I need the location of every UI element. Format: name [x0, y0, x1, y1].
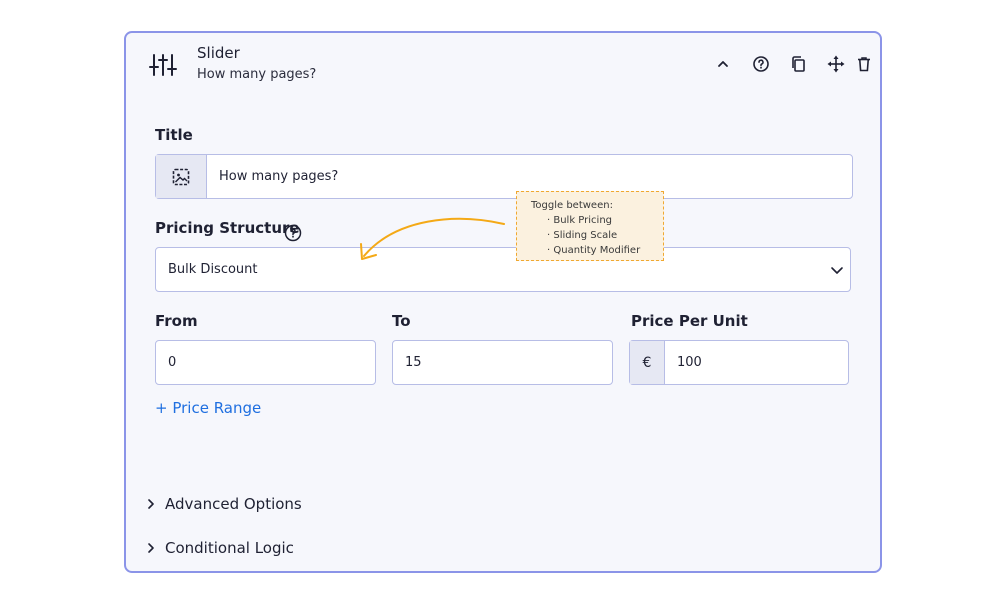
sliders-icon — [149, 51, 177, 79]
image-icon — [172, 168, 190, 185]
currency-addon: € — [630, 341, 665, 384]
trash-icon — [858, 57, 870, 72]
price-per-unit-label: Price Per Unit — [631, 312, 748, 330]
chevron-right-icon — [148, 499, 154, 509]
to-input[interactable]: 15 — [392, 340, 613, 385]
slider-field-card: Slider How many pages? Title How many pa… — [124, 31, 882, 573]
from-input[interactable]: 0 — [155, 340, 376, 385]
toggle-note: Toggle between: Bulk Pricing Sliding Sca… — [516, 191, 664, 261]
pricing-help-icon[interactable] — [284, 224, 302, 246]
conditional-logic-toggle[interactable]: Conditional Logic — [145, 539, 294, 557]
pricing-structure-value: Bulk Discount — [168, 262, 258, 277]
advanced-options-toggle[interactable]: Advanced Options — [145, 495, 302, 513]
annotation-arrow — [360, 217, 505, 260]
chevron-right-icon — [148, 543, 154, 553]
delete-button[interactable] — [853, 53, 875, 75]
price-per-unit-input[interactable]: € 100 — [629, 340, 849, 385]
from-label: From — [155, 312, 198, 330]
add-price-range-link[interactable]: + Price Range — [155, 399, 261, 417]
help-button[interactable] — [750, 53, 772, 75]
toggle-note-item: Bulk Pricing — [547, 213, 663, 228]
advanced-options-label: Advanced Options — [165, 495, 302, 513]
toggle-note-heading: Toggle between: — [531, 200, 613, 211]
pricing-structure-label: Pricing Structure — [155, 219, 300, 237]
chevron-up-icon — [718, 61, 728, 67]
field-subtitle: How many pages? — [197, 67, 317, 82]
chevron-down-icon — [831, 266, 843, 274]
from-input-value: 0 — [168, 355, 177, 370]
toggle-note-item: Quantity Modifier — [547, 243, 663, 258]
move-button[interactable] — [825, 53, 847, 75]
conditional-logic-label: Conditional Logic — [165, 539, 294, 557]
title-input-value: How many pages? — [219, 169, 339, 184]
help-icon — [753, 56, 769, 72]
collapse-button[interactable] — [712, 53, 734, 75]
image-picker-button[interactable] — [156, 155, 207, 198]
title-input[interactable]: How many pages? — [155, 154, 853, 199]
title-label: Title — [155, 126, 193, 144]
price-per-unit-value: 100 — [677, 355, 702, 370]
to-label: To — [392, 312, 411, 330]
to-input-value: 15 — [405, 355, 422, 370]
duplicate-button[interactable] — [787, 53, 809, 75]
field-type-title: Slider — [197, 44, 240, 62]
copy-icon — [792, 56, 805, 72]
move-icon — [827, 55, 845, 73]
toggle-note-item: Sliding Scale — [547, 228, 663, 243]
